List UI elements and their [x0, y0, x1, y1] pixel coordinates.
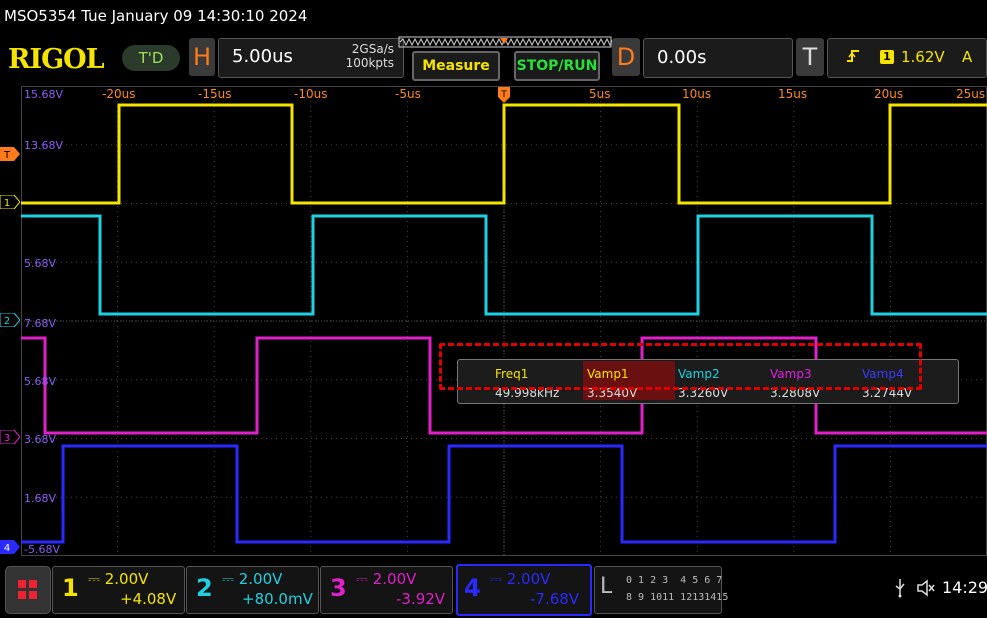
x-tick-label: 15us	[778, 87, 808, 101]
svg-text:2: 2	[4, 316, 10, 327]
y-tick-label: 13.68V	[24, 139, 64, 152]
delay-value: 0.00s	[657, 47, 707, 68]
svg-text:T: T	[500, 90, 507, 100]
ch4-offset: -7.68V	[530, 590, 580, 608]
ch3-number: 3	[330, 574, 347, 602]
ch1-scale: ⎓ 2.00V	[88, 570, 149, 588]
y-tick-label: 7.68V	[24, 317, 57, 330]
ch4-number: 4	[464, 574, 481, 602]
x-tick-label: -10us	[294, 87, 328, 101]
x-tick-label: 25us	[956, 87, 986, 101]
ch2-offset: +80.0mV	[242, 590, 313, 608]
trigger-level-value: 1.62V	[901, 48, 945, 66]
delay-menu-button[interactable]: D	[612, 38, 640, 76]
ch3-scale: ⎓ 2.00V	[356, 570, 417, 588]
usb-icon	[893, 578, 907, 602]
ch1-number: 1	[62, 574, 79, 602]
waveform-display[interactable]	[21, 86, 987, 556]
memory-position-indicator	[398, 36, 612, 48]
y-tick-label: 3.68V	[24, 433, 57, 446]
x-tick-label: -5us	[395, 87, 421, 101]
logic-analyzer-panel[interactable]	[594, 566, 722, 614]
ch2-scale-value: 2.00V	[238, 570, 283, 588]
y-tick-label: 5.68V	[24, 257, 57, 270]
svg-text:1: 1	[4, 198, 10, 209]
rigol-logo: RIGOL	[8, 44, 105, 75]
trigger-source-badge: 1	[880, 50, 894, 64]
ch4-offset-marker[interactable]: 4	[0, 539, 20, 554]
clock-time: 14:29	[942, 578, 987, 597]
ch4-scale: ⎓ 2.00V	[490, 570, 551, 588]
x-tick-label: -20us	[102, 87, 136, 101]
trigger-level-marker[interactable]: T	[0, 146, 20, 161]
ch2-scale: ⎓ 2.00V	[222, 570, 283, 588]
y-tick-label: 1.68V	[24, 492, 57, 505]
ch3-scale-value: 2.00V	[372, 570, 417, 588]
model-datetime: MSO5354 Tue January 09 14:30:10 2024	[4, 7, 308, 25]
trigger-position-marker[interactable]: T	[498, 87, 510, 103]
x-tick-label: 20us	[874, 87, 904, 101]
rising-edge-icon	[846, 48, 860, 68]
svg-text:3: 3	[4, 433, 10, 444]
trigger-mode-value: A	[962, 48, 973, 66]
y-tick-label: 15.68V	[24, 88, 64, 101]
horizontal-menu-button[interactable]: H	[189, 38, 215, 76]
ch1-offset: +4.08V	[120, 590, 177, 608]
x-tick-label: 10us	[682, 87, 712, 101]
trigger-status-badge: T'D	[122, 45, 180, 71]
ch3-offset-marker[interactable]: 3	[0, 429, 21, 445]
menu-icon[interactable]	[5, 566, 51, 614]
logic-letter: L	[600, 574, 613, 599]
ch2-number: 2	[196, 574, 213, 602]
highlight-dashed-box	[439, 343, 922, 390]
y-tick-label: -5.68V	[24, 543, 60, 556]
svg-text:4: 4	[4, 543, 10, 554]
ch3-offset: -3.92V	[396, 590, 446, 608]
x-tick-label: 5us	[589, 87, 611, 101]
ch1-offset-marker[interactable]: 1	[0, 194, 21, 210]
x-tick-label: -15us	[198, 87, 232, 101]
ch1-waveform	[21, 103, 987, 205]
logic-channels-row1: 0 1 2 3 4 5 6 7	[626, 575, 723, 586]
stop-run-button[interactable]: STOP/RUN	[514, 51, 600, 81]
logic-channels-row2: 8 9 1011 12131415	[626, 592, 729, 603]
sample-rate-info: 2GSa/s 100kpts	[330, 42, 394, 70]
ch4-scale-value: 2.00V	[506, 570, 551, 588]
svg-text:T: T	[3, 150, 11, 161]
measure-button[interactable]: Measure	[412, 51, 500, 81]
ch1-scale-value: 2.00V	[104, 570, 149, 588]
ch2-offset-marker[interactable]: 2	[0, 312, 21, 328]
y-tick-label: 5.68V	[24, 375, 57, 388]
memory-depth: 100kpts	[345, 56, 394, 70]
horizontal-scale-value: 5.00us	[232, 46, 293, 67]
sample-rate: 2GSa/s	[351, 42, 394, 56]
trigger-menu-button[interactable]: T	[796, 38, 824, 76]
speaker-muted-icon[interactable]	[916, 579, 936, 601]
